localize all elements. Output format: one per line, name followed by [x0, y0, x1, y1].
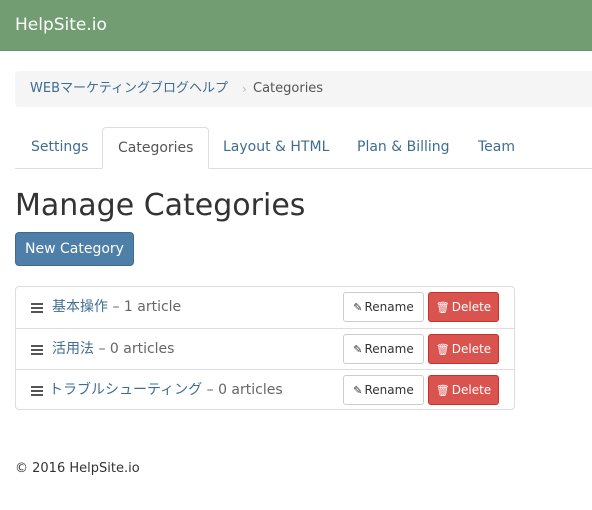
tab-plan-billing[interactable]: Plan & Billing	[342, 127, 465, 169]
pencil-icon: ✎	[353, 343, 363, 356]
category-text: 活用法 – 0 articles	[52, 339, 174, 359]
trash-icon: 🗑	[435, 301, 450, 314]
category-article-count: – 0 articles	[206, 382, 283, 398]
category-name-link[interactable]: 基本操作	[52, 299, 108, 315]
drag-handle-icon[interactable]	[31, 386, 43, 396]
delete-label: Delete	[451, 383, 492, 397]
footer-copyright: © 2016 HelpSite.io	[15, 461, 140, 476]
rename-button[interactable]: ✎ Rename	[343, 375, 424, 405]
category-article-count: – 0 articles	[98, 341, 175, 357]
category-name-link[interactable]: 活用法	[52, 341, 94, 357]
delete-button[interactable]: 🗑 Delete	[428, 292, 499, 322]
new-category-button[interactable]: New Category	[15, 232, 134, 266]
trash-icon: 🗑	[435, 343, 450, 356]
category-row: 活用法 – 0 articles ✎ Rename 🗑 Delete	[16, 328, 514, 369]
breadcrumb-separator: ›	[242, 82, 247, 96]
tab-layout-html[interactable]: Layout & HTML	[208, 127, 344, 169]
tab-categories[interactable]: Categories	[102, 127, 210, 169]
category-row: トラブルシューティング – 0 articles ✎ Rename 🗑 Delete	[16, 369, 514, 410]
rename-button[interactable]: ✎ Rename	[343, 292, 424, 322]
pencil-icon: ✎	[353, 301, 363, 314]
category-row: 基本操作 – 1 article ✎ Rename 🗑 Delete	[16, 287, 514, 328]
rename-button[interactable]: ✎ Rename	[343, 334, 424, 364]
delete-label: Delete	[451, 342, 492, 356]
breadcrumb: WEBマーケティングブログヘルプ › Categories	[15, 71, 592, 107]
page-title: Manage Categories	[15, 188, 306, 223]
drag-handle-icon[interactable]	[31, 303, 43, 313]
delete-button[interactable]: 🗑 Delete	[428, 375, 499, 405]
tab-team[interactable]: Team	[463, 127, 530, 169]
rename-label: Rename	[364, 383, 414, 397]
category-text: トラブルシューティング – 0 articles	[49, 380, 283, 400]
drag-handle-icon[interactable]	[31, 345, 43, 355]
rename-label: Rename	[364, 300, 414, 314]
tab-settings[interactable]: Settings	[16, 127, 103, 169]
delete-label: Delete	[451, 300, 492, 314]
category-name-link[interactable]: トラブルシューティング	[49, 382, 202, 398]
category-text: 基本操作 – 1 article	[52, 297, 181, 317]
rename-label: Rename	[364, 342, 414, 356]
breadcrumb-parent-link[interactable]: WEBマーケティングブログヘルプ	[30, 80, 228, 98]
category-article-count: – 1 article	[112, 299, 182, 315]
top-navbar: HelpSite.io	[0, 0, 592, 51]
trash-icon: 🗑	[435, 384, 450, 397]
brand-logo-text[interactable]: HelpSite.io	[15, 14, 107, 36]
delete-button[interactable]: 🗑 Delete	[428, 334, 499, 364]
category-list: 基本操作 – 1 article ✎ Rename 🗑 Delete 活用法 – 0…	[15, 286, 515, 410]
pencil-icon: ✎	[353, 384, 363, 397]
breadcrumb-current: Categories	[253, 81, 324, 96]
